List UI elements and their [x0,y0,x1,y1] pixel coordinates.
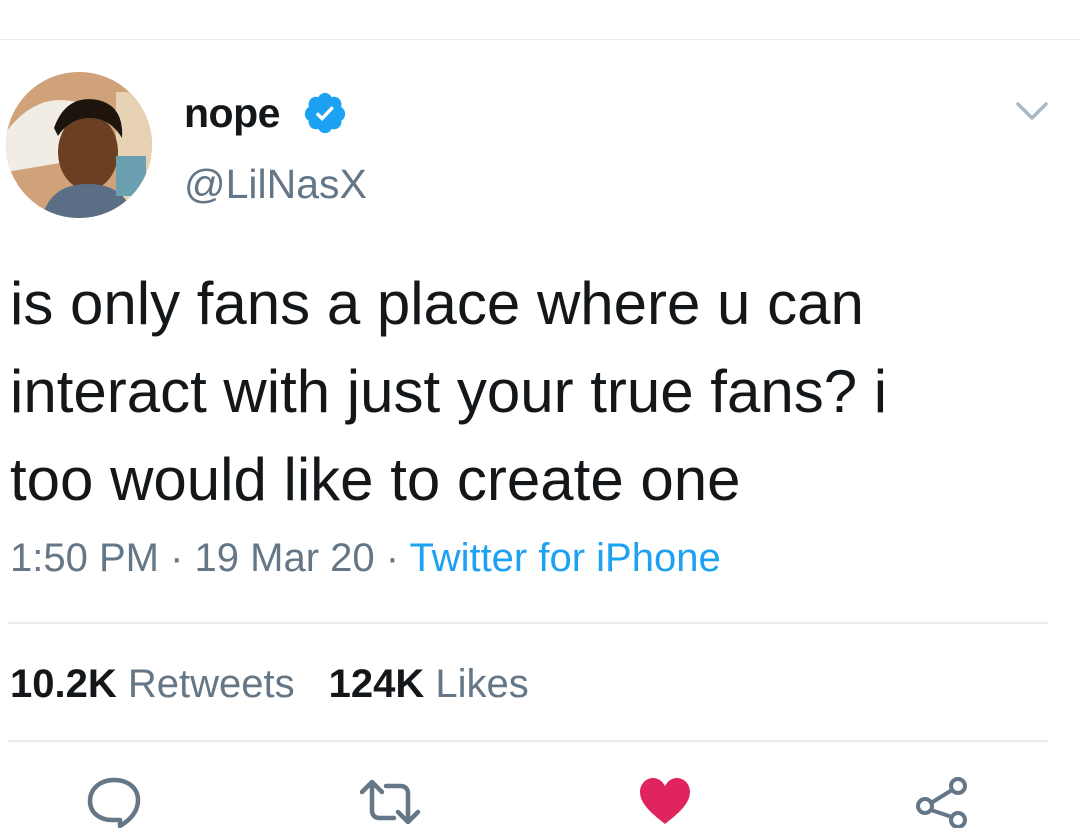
share-icon [916,777,967,828]
heart-icon [640,778,690,824]
retweets-stat[interactable]: 10.2K Retweets [10,662,295,706]
meta-separator: · [374,536,410,580]
likes-label: Likes [435,662,529,706]
tweet-date[interactable]: 19 Mar 20 [195,536,375,580]
reply-button[interactable] [86,776,142,828]
share-button[interactable] [914,776,970,828]
reply-icon [87,777,141,828]
likes-stat[interactable]: 124K Likes [329,662,529,706]
chevron-down-icon[interactable] [1014,98,1050,124]
meta-separator: · [158,536,195,580]
retweet-icon [359,779,421,825]
tweet-text: is only fans a place where u can interac… [10,270,888,513]
stats-divider-bottom [8,740,1048,742]
retweet-button[interactable] [358,776,422,828]
tweet-time[interactable]: 1:50 PM [10,536,159,580]
verified-badge-icon [304,92,346,134]
likes-count: 124K [328,662,425,706]
like-button[interactable] [638,776,692,826]
tweet-stats: 10.2K Retweets 124K Likes [10,660,529,708]
user-handle[interactable]: @LilNasX [184,160,367,208]
tweet-meta: 1:50 PM · 19 Mar 20 · Twitter for iPhone [10,534,721,582]
display-name[interactable]: nope [184,88,280,138]
stats-divider-top [8,622,1048,624]
tweet-source-link[interactable]: Twitter for iPhone [409,536,720,580]
avatar[interactable] [6,72,152,218]
top-divider [0,39,1080,40]
retweets-count: 10.2K [10,662,117,706]
retweets-label: Retweets [127,662,295,706]
